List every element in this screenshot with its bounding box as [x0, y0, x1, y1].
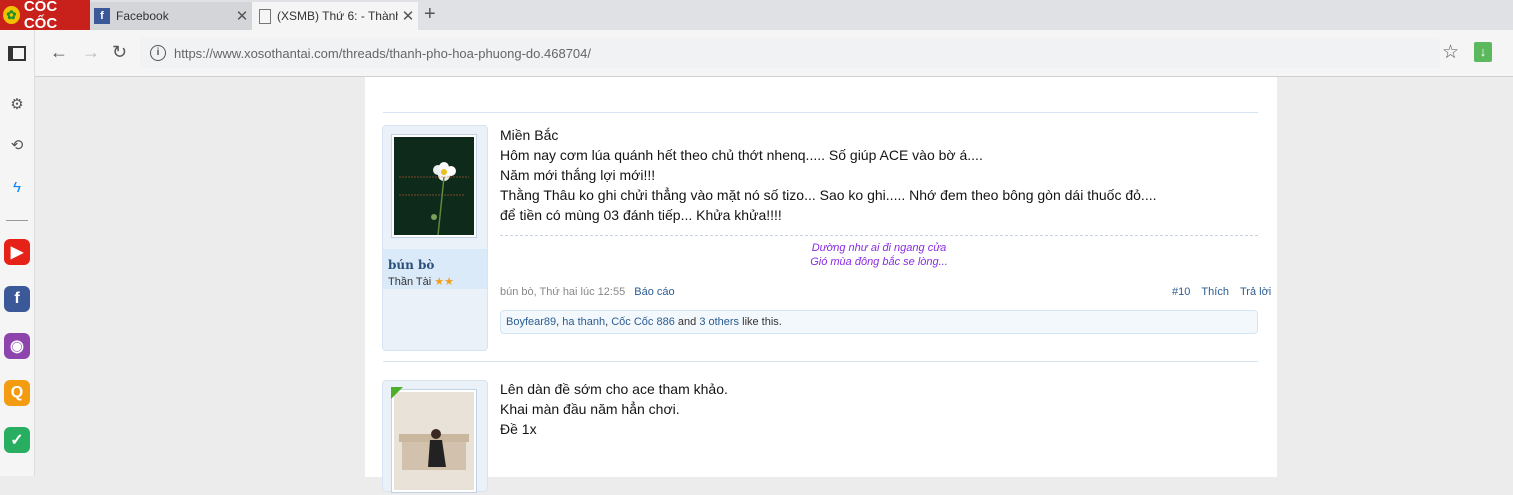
- message-line: Lên dàn đề sớm cho ace tham khảo.: [500, 381, 728, 397]
- avatar-image: [394, 392, 474, 490]
- page-favicon-icon: [259, 8, 271, 24]
- message-line: để tiền có mùng 03 đánh tiếp... Khửa khử…: [500, 207, 782, 223]
- bookmark-star-icon[interactable]: ☆: [1442, 41, 1459, 64]
- download-icon[interactable]: ↓: [1474, 42, 1492, 62]
- user-info-block: [382, 380, 488, 493]
- post-meta: bún bò, Thứ hai lúc 12:55 Báo cáo: [500, 286, 675, 298]
- report-link[interactable]: Báo cáo: [634, 286, 674, 298]
- online-indicator-icon: [391, 387, 403, 399]
- post-message: Miền Bắc Hôm nay cơm lúa quánh hết theo …: [500, 125, 1156, 225]
- site-info-icon[interactable]: i: [150, 45, 166, 61]
- others-link[interactable]: 3 others: [699, 316, 739, 328]
- post-message: Lên dàn đề sớm cho ace tham khảo. Khai m…: [500, 379, 728, 439]
- brand-label: CỐC CỐC: [23, 0, 58, 32]
- sidebar-separator: [6, 220, 28, 221]
- username[interactable]: bún bò: [388, 258, 434, 272]
- reload-icon[interactable]: ↻: [112, 42, 127, 63]
- history-icon[interactable]: ⟲: [4, 132, 30, 158]
- user-title: Thần Tài ★★: [388, 275, 454, 288]
- message-line: Thằng Thâu ko ghi chửi thẳng vào mặt nó …: [500, 187, 1157, 203]
- message-line: Miền Bắc: [500, 127, 559, 143]
- user-info-block: bún bò Thần Tài ★★: [382, 125, 488, 351]
- reply-link[interactable]: Trả lời: [1240, 286, 1271, 298]
- avatar[interactable]: [391, 134, 477, 238]
- liker-link[interactable]: ha thanh: [562, 316, 605, 328]
- panel-toggle-icon[interactable]: [4, 40, 30, 66]
- back-icon[interactable]: ←: [50, 42, 68, 63]
- messenger-icon[interactable]: ϟ: [4, 174, 30, 200]
- like-link[interactable]: Thích: [1201, 286, 1229, 298]
- avatar[interactable]: [391, 389, 477, 493]
- message-line: Khai màn đầu năm hẳn chơi.: [500, 401, 680, 417]
- coccoc-icon[interactable]: ✓: [4, 427, 30, 453]
- tab-active-thread[interactable]: (XSMB) Thứ 6: - Thành Phố ✕: [252, 2, 418, 30]
- rank-stars-icon: ★★: [434, 276, 455, 288]
- message-line: Hôm nay cơm lúa quánh hết theo chủ thớt …: [500, 147, 983, 163]
- address-bar[interactable]: i https://www.xosothantai.com/threads/th…: [140, 38, 1440, 68]
- post-separator: [383, 112, 1258, 113]
- close-tab-icon[interactable]: ✕: [398, 7, 418, 25]
- close-tab-icon[interactable]: ✕: [232, 7, 252, 25]
- toolbar: ← → ↻ i https://www.xosothantai.com/thre…: [0, 30, 1513, 77]
- signature: Dường như ai đi ngang cửa Gió mùa đông b…: [500, 235, 1258, 269]
- likes-suffix: like this.: [742, 316, 782, 328]
- tab-bar: ✿ CỐC CỐC f Facebook ✕ (XSMB) Thứ 6: - T…: [0, 0, 1513, 32]
- tab-title: (XSMB) Thứ 6: - Thành Phố: [277, 9, 398, 23]
- post-number-link[interactable]: #10: [1172, 286, 1190, 298]
- new-tab-icon[interactable]: +: [424, 3, 436, 26]
- facebook-favicon-icon: f: [94, 8, 110, 24]
- post-author-date[interactable]: bún bò, Thứ hai lúc 12:55: [500, 286, 625, 298]
- message-line: Năm mới thắng lợi mới!!!: [500, 167, 656, 183]
- post-separator: [383, 361, 1258, 362]
- app-icon[interactable]: ◉: [4, 333, 30, 359]
- likes-and: and: [677, 316, 697, 328]
- avatar-image: [394, 137, 474, 236]
- url-text[interactable]: https://www.xosothantai.com/threads/than…: [174, 46, 591, 61]
- youtube-icon[interactable]: ▶: [4, 239, 30, 265]
- tab-facebook[interactable]: f Facebook ✕: [90, 2, 252, 30]
- liker-link[interactable]: Cốc Cốc 886: [611, 316, 675, 328]
- signature-line: Dường như ai đi ngang cửa: [811, 242, 947, 254]
- post-actions: #10 Thích Trả lời: [1172, 286, 1271, 298]
- user-title-text: Thần Tài: [388, 276, 432, 288]
- settings-icon[interactable]: ⚙: [4, 91, 30, 117]
- forward-icon[interactable]: →: [82, 42, 100, 63]
- browser-brand[interactable]: ✿ CỐC CỐC: [0, 0, 90, 32]
- message-line: Đề 1x: [500, 421, 537, 437]
- facebook-icon[interactable]: f: [4, 286, 30, 312]
- signature-line: Gió mùa đông bắc se lòng...: [810, 256, 948, 268]
- coccoc-logo-icon: ✿: [3, 6, 20, 24]
- browser-sidebar: ⚙ ⟲ ϟ ▶ f ◉ Q ✓: [0, 30, 35, 476]
- search-app-icon[interactable]: Q: [4, 380, 30, 406]
- tab-title: Facebook: [116, 9, 169, 23]
- liker-link[interactable]: Boyfear89: [506, 316, 556, 328]
- likes-summary: Boyfear89, ha thanh, Cốc Cốc 886 and 3 o…: [500, 310, 1258, 334]
